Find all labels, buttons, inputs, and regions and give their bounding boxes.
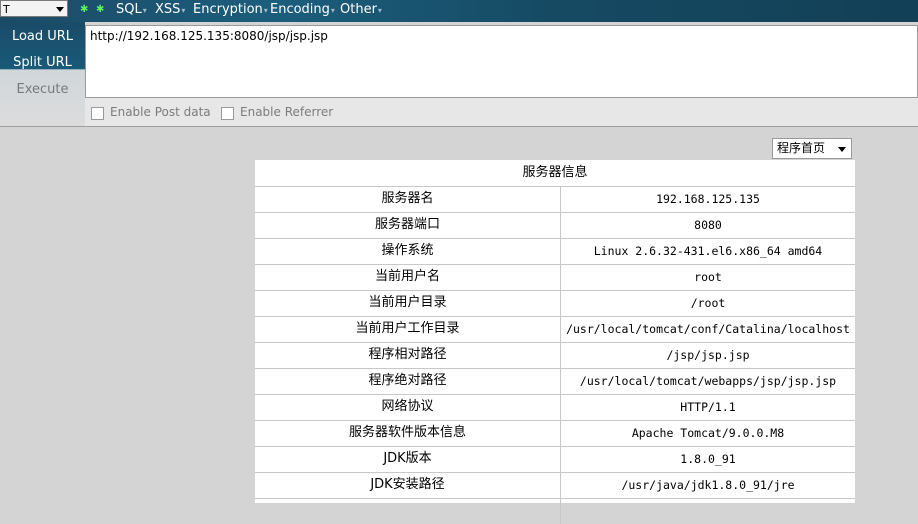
row-label: 服务器名 [255,186,561,212]
table-row: 当前用户目录 /root [255,290,855,317]
row-label: 程序绝对路径 [255,368,561,394]
table-row: 程序绝对路径 /usr/local/tomcat/webapps/jsp/jsp… [255,368,855,395]
url-text: http://192.168.125.135:8080/jsp/jsp.jsp [90,29,328,43]
row-label: JDK安装路径 [255,472,561,498]
table-row: 程序相对路径 /jsp/jsp.jsp [255,342,855,369]
hackbar-toolbar: T ✱ ✱ SQL▾ XSS▾ Encryption▾ Encoding▾ Ot… [0,0,918,22]
table-row: 服务器名 192.168.125.135 [255,186,855,213]
enable-referrer-label: Enable Referrer [240,105,334,119]
menu-encoding[interactable]: Encoding▾ [270,2,335,19]
menu-encryption[interactable]: Encryption▾ [193,2,268,19]
options-row: Enable Post data Enable Referrer [85,98,918,126]
row-value: root [694,270,722,284]
row-label: 服务器软件版本信息 [255,420,561,446]
row-label: 操作系统 [255,238,561,264]
table-row: 操作系统 Linux 2.6.32-431.el6.x86_64 amd64 [255,238,855,265]
page-select-value: 程序首页 [777,141,826,155]
row-value: /usr/java/jdk1.8.0_91/jre [621,478,795,492]
green-bullet-icon: ✱ [96,4,105,15]
row-value: /jsp/jsp.jsp [666,348,750,362]
split-url-button[interactable]: Split URL [0,55,85,71]
chevron-down-icon: ▾ [181,6,186,15]
chevron-down-icon: ▾ [377,6,382,15]
chevron-down-icon [838,147,846,152]
menu-xss[interactable]: XSS▾ [155,2,185,19]
green-bullet-icon: ✱ [80,4,89,15]
url-textarea[interactable]: http://192.168.125.135:8080/jsp/jsp.jsp [85,25,918,98]
table-title: 服务器信息 [255,160,855,187]
row-label: 程序相对路径 [255,342,561,368]
execute-button[interactable]: Execute [0,82,85,98]
row-value [561,498,855,524]
row-value: 8080 [694,218,722,232]
table-row: 服务器端口 8080 [255,212,855,239]
chevron-down-icon: ▾ [142,6,147,15]
table-row: 当前用户名 root [255,264,855,291]
table-row: 当前用户工作目录 /usr/local/tomcat/conf/Catalina… [255,316,855,343]
chevron-down-icon: ▾ [330,6,335,15]
row-label: 网络协议 [255,394,561,420]
row-value: /root [690,296,726,310]
chevron-down-icon [56,7,64,12]
hackbar-side-panel: Load URL Split URL Execute [0,22,85,126]
row-value: HTTP/1.1 [680,400,736,414]
enable-referrer-checkbox[interactable] [221,107,234,120]
table-row: 服务器软件版本信息 Apache Tomcat/9.0.0.M8 [255,420,855,447]
row-value: Linux 2.6.32-431.el6.x86_64 amd64 [593,244,823,258]
enable-post-label: Enable Post data [110,105,211,119]
server-info-table: 服务器信息 服务器名 192.168.125.135 服务器端口 8080 操作… [255,160,855,524]
row-value: 192.168.125.135 [656,192,760,206]
row-value: 1.8.0_91 [680,452,736,466]
enable-post-checkbox[interactable] [91,107,104,120]
table-row: JDK安装路径 /usr/java/jdk1.8.0_91/jre [255,472,855,499]
row-label: 当前用户名 [255,264,561,290]
menu-other[interactable]: Other▾ [340,2,382,19]
chevron-down-icon: ▾ [263,6,268,15]
table-row: JDK版本 1.8.0_91 [255,446,855,473]
table-row: 网络协议 HTTP/1.1 [255,394,855,421]
row-label: 当前用户工作目录 [255,316,561,342]
row-label: 当前用户目录 [255,290,561,316]
row-value: Apache Tomcat/9.0.0.M8 [631,426,785,440]
method-select[interactable]: T [0,0,68,17]
row-value: /usr/local/tomcat/conf/Catalina/localhos… [566,322,850,336]
divider [0,126,918,127]
row-value: /usr/local/tomcat/webapps/jsp/jsp.jsp [579,374,837,388]
row-label: 服务器端口 [255,212,561,238]
load-url-button[interactable]: Load URL [0,29,85,45]
row-label: JDK版本 [255,446,561,472]
table-row [255,498,855,524]
page-select-dropdown[interactable]: 程序首页 [772,138,852,159]
row-label [255,498,561,524]
menu-sql[interactable]: SQL▾ [116,2,147,19]
method-select-value: T [3,3,10,16]
